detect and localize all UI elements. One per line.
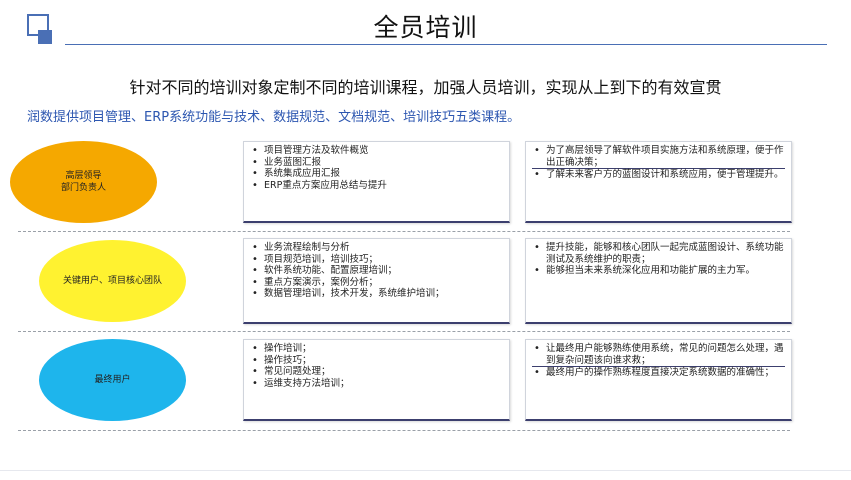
courses-box-executives: 项目管理方法及软件概览 业务蓝图汇报 系统集成应用汇报 ERP重点方案应用总结与… (243, 141, 510, 223)
row-divider (18, 331, 790, 332)
goal-item: 提升技能，能够和核心团队一起完成蓝图设计、系统功能测试及系统维护的职责； (532, 242, 785, 265)
course-item: 业务蓝图汇报 (250, 157, 503, 169)
goal-item: 能够担当未来系统深化应用和功能扩展的主力军。 (532, 265, 785, 277)
course-item: 数据管理培训，技术开发，系统维护培训； (250, 288, 503, 300)
courses-box-end-users: 操作培训； 操作技巧； 常见问题处理； 运维支持方法培训； (243, 339, 510, 421)
goal-item: 了解未来客户方的蓝图设计和系统应用，便于管理提升。 (532, 168, 785, 181)
courses-box-key-users: 业务流程绘制与分析 项目规范培训，培训技巧； 软件系统功能、配置原理培训； 重点… (243, 238, 510, 324)
audience-ellipse-executives: 高层领导 部门负责人 (10, 141, 157, 223)
goals-box-executives: 为了高层领导了解软件项目实施方法和系统原理，便于作出正确决策； 了解未来客户方的… (525, 141, 792, 223)
row-divider (18, 430, 790, 431)
goal-item: 让最终用户能够熟练使用系统，常见的问题怎么处理，遇到复杂问题该向谁求救； (532, 343, 785, 366)
intro-text: 润数提供项目管理、ERP系统功能与技术、数据规范、文档规范、培训技巧五类课程。 (27, 110, 521, 125)
goals-box-end-users: 让最终用户能够熟练使用系统，常见的问题怎么处理，遇到复杂问题该向谁求救； 最终用… (525, 339, 792, 421)
audience-ellipse-key-users: 关键用户、项目核心团队 (39, 240, 186, 322)
course-item: 常见问题处理； (250, 366, 503, 378)
row-divider (18, 231, 790, 232)
course-item: 业务流程绘制与分析 (250, 242, 503, 254)
course-item: 系统集成应用汇报 (250, 168, 503, 180)
page-title: 全员培训 (373, 13, 478, 42)
title-underline (65, 44, 827, 45)
course-item: ERP重点方案应用总结与提升 (250, 180, 503, 192)
course-item: 重点方案演示，案例分析； (250, 277, 503, 289)
course-item: 软件系统功能、配置原理培训； (250, 265, 503, 277)
goal-item: 为了高层领导了解软件项目实施方法和系统原理，便于作出正确决策； (532, 145, 785, 168)
goal-item: 最终用户的操作熟练程度直接决定系统数据的准确性； (532, 366, 785, 379)
audience-label: 部门负责人 (60, 183, 106, 193)
audience-label: 最终用户 (94, 375, 131, 385)
audience-ellipse-end-users: 最终用户 (39, 339, 186, 421)
goals-box-key-users: 提升技能，能够和核心团队一起完成蓝图设计、系统功能测试及系统维护的职责； 能够担… (525, 238, 792, 324)
footer-line (0, 470, 851, 471)
course-item: 项目管理方法及软件概览 (250, 145, 503, 157)
course-item: 操作培训； (250, 343, 503, 355)
course-item: 项目规范培训，培训技巧； (250, 254, 503, 266)
audience-label: 关键用户、项目核心团队 (62, 276, 162, 286)
audience-label: 高层领导 (65, 171, 102, 181)
course-item: 操作技巧； (250, 355, 503, 367)
course-item: 运维支持方法培训； (250, 378, 503, 390)
page-subtitle: 针对不同的培训对象定制不同的培训课程，加强人员培训，实现从上到下的有效宣贯 (129, 78, 722, 97)
